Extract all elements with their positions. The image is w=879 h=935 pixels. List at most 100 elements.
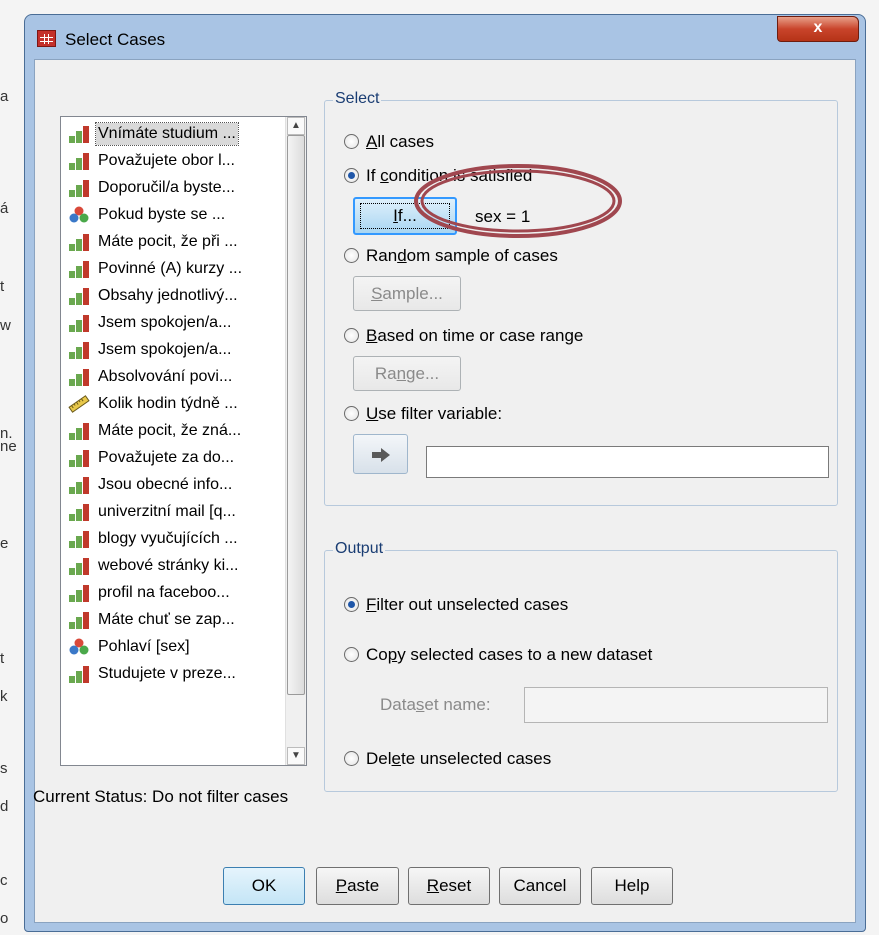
scroll-down-icon[interactable]: ▼ (287, 747, 305, 765)
variable-list-item[interactable]: Povinné (A) kurzy ... (61, 256, 283, 282)
random-sample-radio[interactable] (344, 248, 359, 263)
variable-label: Pokud byste se ... (98, 206, 226, 223)
scale-bar-icon (68, 341, 90, 359)
current-status: Current Status: Do not filter cases (33, 787, 289, 806)
variable-label: profil na faceboo... (98, 584, 230, 601)
variable-list-item[interactable]: Máte chuť se zap... (61, 607, 283, 633)
scale-bar-icon (68, 530, 90, 548)
scale-bar-icon (68, 503, 90, 521)
variable-label: Vnímáte studium ... (95, 122, 239, 146)
variable-list-item[interactable]: profil na faceboo... (61, 580, 283, 606)
radio-if-condition[interactable]: If condition is satisfied (344, 165, 644, 189)
spss-table-icon (37, 30, 56, 47)
background-cell-text: t (0, 278, 5, 295)
filter-variable-radio[interactable] (344, 406, 359, 421)
background-cell-text: k (0, 688, 8, 705)
variable-list-item[interactable]: Doporučil/a byste... (61, 175, 283, 201)
radio-copy-new[interactable]: Copy selected cases to a new dataset (344, 644, 764, 668)
variable-list-item[interactable]: webové stránky ki... (61, 553, 283, 579)
delete-label: Delete unselected cases (366, 749, 552, 768)
filter-out-label: Filter out unselected cases (366, 595, 569, 614)
window-title: Select Cases (65, 30, 166, 49)
variable-list-item[interactable]: Jsou obecné info... (61, 472, 283, 498)
variable-list-item[interactable]: Vnímáte studium ... (61, 121, 283, 147)
help-button[interactable]: Help (591, 867, 673, 905)
ruler-icon (68, 395, 90, 413)
all-cases-radio[interactable] (344, 134, 359, 149)
if-condition-label: If condition is satisfied (366, 166, 533, 185)
scroll-thumb[interactable] (287, 135, 305, 695)
radio-all-cases[interactable]: All cases (344, 131, 644, 155)
variable-list-item[interactable]: Pohlaví [sex] (61, 634, 283, 660)
if-button[interactable]: If... (353, 197, 457, 235)
background-cell-text: e (0, 535, 9, 552)
variable-list-item[interactable]: Máte pocit, že zná... (61, 418, 283, 444)
variable-list-item[interactable]: Kolik hodin týdně ... (61, 391, 283, 417)
time-range-radio[interactable] (344, 328, 359, 343)
variable-list-item[interactable]: blogy vyučujících ... (61, 526, 283, 552)
variable-list-item[interactable]: Považujete za do... (61, 445, 283, 471)
variable-list-item[interactable]: Studujete v preze... (61, 661, 283, 687)
reset-button[interactable]: Reset (408, 867, 490, 905)
scale-bar-icon (68, 125, 90, 143)
focus-rectangle (360, 203, 450, 229)
scale-bar-icon (68, 152, 90, 170)
variable-label: Jsem spokojen/a... (98, 314, 232, 331)
paste-button[interactable]: Paste (316, 867, 399, 905)
filter-out-radio[interactable] (344, 597, 359, 612)
variable-list[interactable]: Vnímáte studium ... Považujete obor l... D… (60, 116, 307, 766)
range-button[interactable]: Range... (353, 356, 461, 391)
background-cell-text: s (0, 760, 8, 777)
time-range-label: Based on time or case range (366, 326, 584, 345)
scroll-up-icon[interactable]: ▲ (287, 117, 305, 135)
radio-filter-out[interactable]: Filter out unselected cases (344, 594, 674, 618)
variable-label: Povinné (A) kurzy ... (98, 260, 243, 277)
variable-list-scrollbar[interactable]: ▲ ▼ (285, 117, 306, 765)
dataset-name-field[interactable] (524, 687, 828, 723)
radio-filter-variable[interactable]: Use filter variable: (344, 403, 644, 427)
all-cases-label: All cases (366, 132, 435, 151)
scale-bar-icon (68, 260, 90, 278)
sample-button[interactable]: Sample... (353, 276, 461, 311)
variable-label: Pohlaví [sex] (98, 638, 190, 655)
if-condition-radio[interactable] (344, 168, 359, 183)
variable-list-item[interactable]: Pokud byste se ... (61, 202, 283, 228)
variable-label: univerzitní mail [q... (98, 503, 236, 520)
radio-time-range[interactable]: Based on time or case range (344, 325, 664, 349)
background-cell-text: t (0, 650, 5, 667)
cancel-button[interactable]: Cancel (499, 867, 581, 905)
nominal-icon (68, 206, 90, 224)
radio-delete[interactable]: Delete unselected cases (344, 748, 674, 772)
variable-label: Obsahy jednotlivý... (98, 287, 238, 304)
variable-list-item[interactable]: Jsem spokojen/a... (61, 310, 283, 336)
variable-list-item[interactable]: Absolvování povi... (61, 364, 283, 390)
variable-list-item[interactable]: Obsahy jednotlivý... (61, 283, 283, 309)
scale-bar-icon (68, 449, 90, 467)
close-button[interactable]: x (777, 16, 859, 42)
scale-bar-icon (68, 368, 90, 386)
scale-bar-icon (68, 422, 90, 440)
variable-label: Máte pocit, že při ... (98, 233, 238, 250)
delete-radio[interactable] (344, 751, 359, 766)
variable-label: webové stránky ki... (98, 557, 239, 574)
output-group: Output Filter out unselected cases Copy … (324, 540, 838, 792)
variable-label: Studujete v preze... (98, 665, 236, 682)
ok-button[interactable]: OK (223, 867, 305, 905)
filter-variable-field[interactable] (426, 446, 829, 478)
background-cell-text: c (0, 872, 8, 889)
variable-list-item[interactable]: Jsem spokojen/a... (61, 337, 283, 363)
variable-label: Máte chuť se zap... (98, 611, 235, 628)
variable-label: Považujete obor l... (98, 152, 235, 169)
variable-list-item[interactable]: Považujete obor l... (61, 148, 283, 174)
variable-list-item[interactable]: univerzitní mail [q... (61, 499, 283, 525)
scale-bar-icon (68, 611, 90, 629)
arrow-right-icon (372, 448, 390, 462)
variable-list-item[interactable]: Máte pocit, že při ... (61, 229, 283, 255)
copy-new-radio[interactable] (344, 647, 359, 662)
variable-label: Jsou obecné info... (98, 476, 233, 493)
scale-bar-icon (68, 476, 90, 494)
radio-random-sample[interactable]: Random sample of cases (344, 245, 644, 269)
title-bar[interactable]: Select Cases x (25, 15, 865, 59)
move-variable-button[interactable] (353, 434, 408, 474)
filter-variable-label: Use filter variable: (366, 404, 503, 423)
